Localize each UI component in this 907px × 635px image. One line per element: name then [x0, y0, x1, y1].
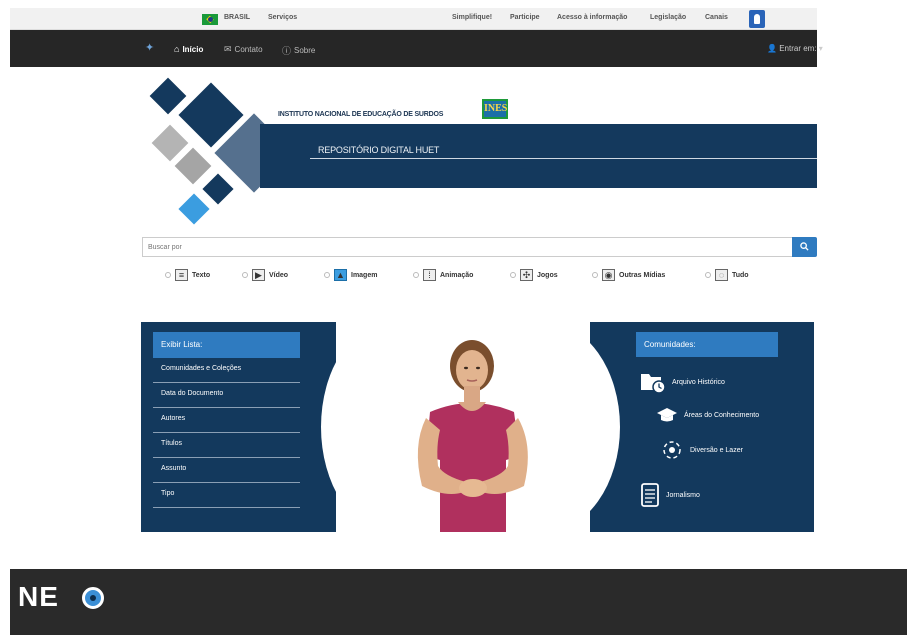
- filter-label: Jogos: [537, 271, 558, 279]
- search-icon: [800, 242, 809, 251]
- gov-link-acesso[interactable]: Acesso à informação: [557, 14, 627, 21]
- community-areas-conhecimento[interactable]: Áreas do Conhecimento: [656, 406, 759, 424]
- caret-down-icon: ▾: [818, 44, 823, 53]
- filter-texto[interactable]: ≡ Texto: [165, 266, 210, 284]
- filter-imagem[interactable]: ▲ Imagem: [324, 266, 377, 284]
- gov-services-link[interactable]: Serviços: [268, 14, 297, 21]
- repository-banner: INSTITUTO NACIONAL DE EDUCAÇÃO DE SURDOS…: [149, 77, 817, 228]
- login-dropdown[interactable]: 👤 Entrar em: ▾: [767, 44, 823, 53]
- panel-curve: [590, 322, 620, 532]
- page: BRASIL Serviços Simplifique! Participe A…: [0, 0, 907, 635]
- nav-item-contato[interactable]: ✉ Contato: [224, 44, 263, 55]
- communities-panel: Comunidades: Arquivo Histórico Áreas do …: [590, 322, 814, 532]
- nav-label: Sobre: [294, 46, 316, 55]
- banner-decor-square: [202, 173, 234, 205]
- accessibility-icon[interactable]: [749, 10, 765, 28]
- filter-label: Animação: [440, 271, 474, 279]
- sign-language-interpreter-image: [417, 340, 528, 532]
- contact-icon: ✉: [224, 44, 232, 54]
- filter-jogos[interactable]: ✣ Jogos: [510, 266, 558, 284]
- login-label: Entrar em:: [779, 44, 817, 53]
- repository-title: REPOSITÓRIO DIGITAL HUET: [318, 145, 440, 155]
- banner-decor-square: [174, 147, 212, 185]
- all-icon: ◌: [715, 269, 728, 281]
- browse-list-panel: Exibir Lista: Comunidades e Coleções Dat…: [141, 322, 461, 532]
- banner-divider: [310, 158, 817, 159]
- institution-name: INSTITUTO NACIONAL DE EDUCAÇÃO DE SURDOS: [278, 111, 444, 118]
- media-type-filters: ≡ Texto ▶ Vídeo ▲ Imagem ⁞ Animação ✣ Jo…: [160, 266, 780, 284]
- browse-item-autores[interactable]: Autores: [153, 408, 300, 433]
- community-label: Diversão e Lazer: [690, 446, 743, 454]
- browse-item-comunidades[interactable]: Comunidades e Coleções: [153, 358, 300, 383]
- browse-item-tipo[interactable]: Tipo: [153, 483, 300, 508]
- fun-icon: [663, 441, 681, 459]
- gov-link-canais[interactable]: Canais: [705, 14, 728, 21]
- gov-link-simplifique[interactable]: Simplifique!: [452, 14, 492, 21]
- filter-label: Vídeo: [269, 271, 289, 279]
- nav-label: Contato: [234, 45, 263, 54]
- filter-radio[interactable]: [324, 272, 330, 278]
- browse-item-data[interactable]: Data do Documento: [153, 383, 300, 408]
- community-label: Jornalismo: [666, 491, 700, 499]
- community-arquivo-historico[interactable]: Arquivo Histórico: [640, 370, 725, 394]
- filter-label: Imagem: [351, 271, 378, 279]
- text-icon: ≡: [175, 269, 188, 281]
- community-label: Áreas do Conhecimento: [684, 411, 760, 419]
- search-input[interactable]: [142, 237, 792, 257]
- main-navbar: ✦ ⌂ Início ✉ Contato ⓘ Sobre 👤 Entrar em…: [10, 30, 823, 67]
- neo-eye-icon: [82, 587, 104, 609]
- banner-decor-square: [149, 77, 187, 115]
- community-diversao-lazer[interactable]: Diversão e Lazer: [660, 438, 743, 462]
- filter-radio[interactable]: [165, 272, 171, 278]
- nav-item-inicio[interactable]: ⌂ Início: [174, 44, 203, 54]
- filter-outras-midias[interactable]: ◉ Outras Mídias: [592, 266, 665, 284]
- filter-radio[interactable]: [592, 272, 598, 278]
- filter-radio[interactable]: [705, 272, 711, 278]
- brand-logo-icon[interactable]: ✦: [145, 43, 161, 54]
- community-label: Arquivo Histórico: [672, 378, 725, 386]
- banner-decor-square: [178, 193, 210, 225]
- gov-link-participe[interactable]: Participe: [510, 14, 540, 21]
- gov-link-legislacao[interactable]: Legislação: [650, 14, 686, 21]
- games-icon: ✣: [520, 269, 533, 281]
- filter-animacao[interactable]: ⁞ Animação: [413, 266, 473, 284]
- browse-item-assunto[interactable]: Assunto: [153, 458, 300, 483]
- filter-radio[interactable]: [242, 272, 248, 278]
- neo-logo: NE: [18, 581, 59, 612]
- image-icon: ▲: [334, 269, 347, 281]
- newspaper-icon: [641, 483, 659, 507]
- filter-label: Outras Mídias: [619, 271, 666, 279]
- filter-radio[interactable]: [510, 272, 516, 278]
- animation-icon: ⁞: [423, 269, 436, 281]
- footer: NE: [10, 569, 907, 635]
- video-icon: ▶: [252, 269, 265, 281]
- search-bar: [142, 237, 817, 257]
- info-icon: ⓘ: [282, 46, 292, 56]
- filter-radio[interactable]: [413, 272, 419, 278]
- communities-header: Comunidades:: [636, 332, 778, 357]
- nav-label: Início: [182, 44, 204, 54]
- filter-tudo[interactable]: ◌ Tudo: [705, 266, 749, 284]
- browse-item-titulos[interactable]: Títulos: [153, 433, 300, 458]
- filter-label: Texto: [192, 271, 211, 279]
- nav-item-sobre[interactable]: ⓘ Sobre: [282, 44, 315, 57]
- media-icon: ◉: [602, 269, 615, 281]
- banner-band: REPOSITÓRIO DIGITAL HUET: [260, 124, 817, 188]
- ines-logo: INES: [482, 99, 508, 119]
- gov-country-link[interactable]: BRASIL: [224, 14, 250, 21]
- gov-bar: BRASIL Serviços Simplifique! Participe A…: [10, 8, 817, 30]
- folder-clock-icon: [641, 374, 666, 394]
- home-icon: ⌂: [174, 44, 180, 54]
- brazil-flag-icon: [202, 14, 218, 25]
- filter-video[interactable]: ▶ Vídeo: [242, 266, 288, 284]
- user-icon: 👤: [767, 44, 777, 53]
- search-button[interactable]: [792, 237, 817, 257]
- filter-label: Tudo: [732, 271, 749, 279]
- graduation-cap-icon: [657, 408, 677, 422]
- community-jornalismo[interactable]: Jornalismo: [640, 482, 700, 508]
- browse-list-header: Exibir Lista:: [153, 332, 300, 358]
